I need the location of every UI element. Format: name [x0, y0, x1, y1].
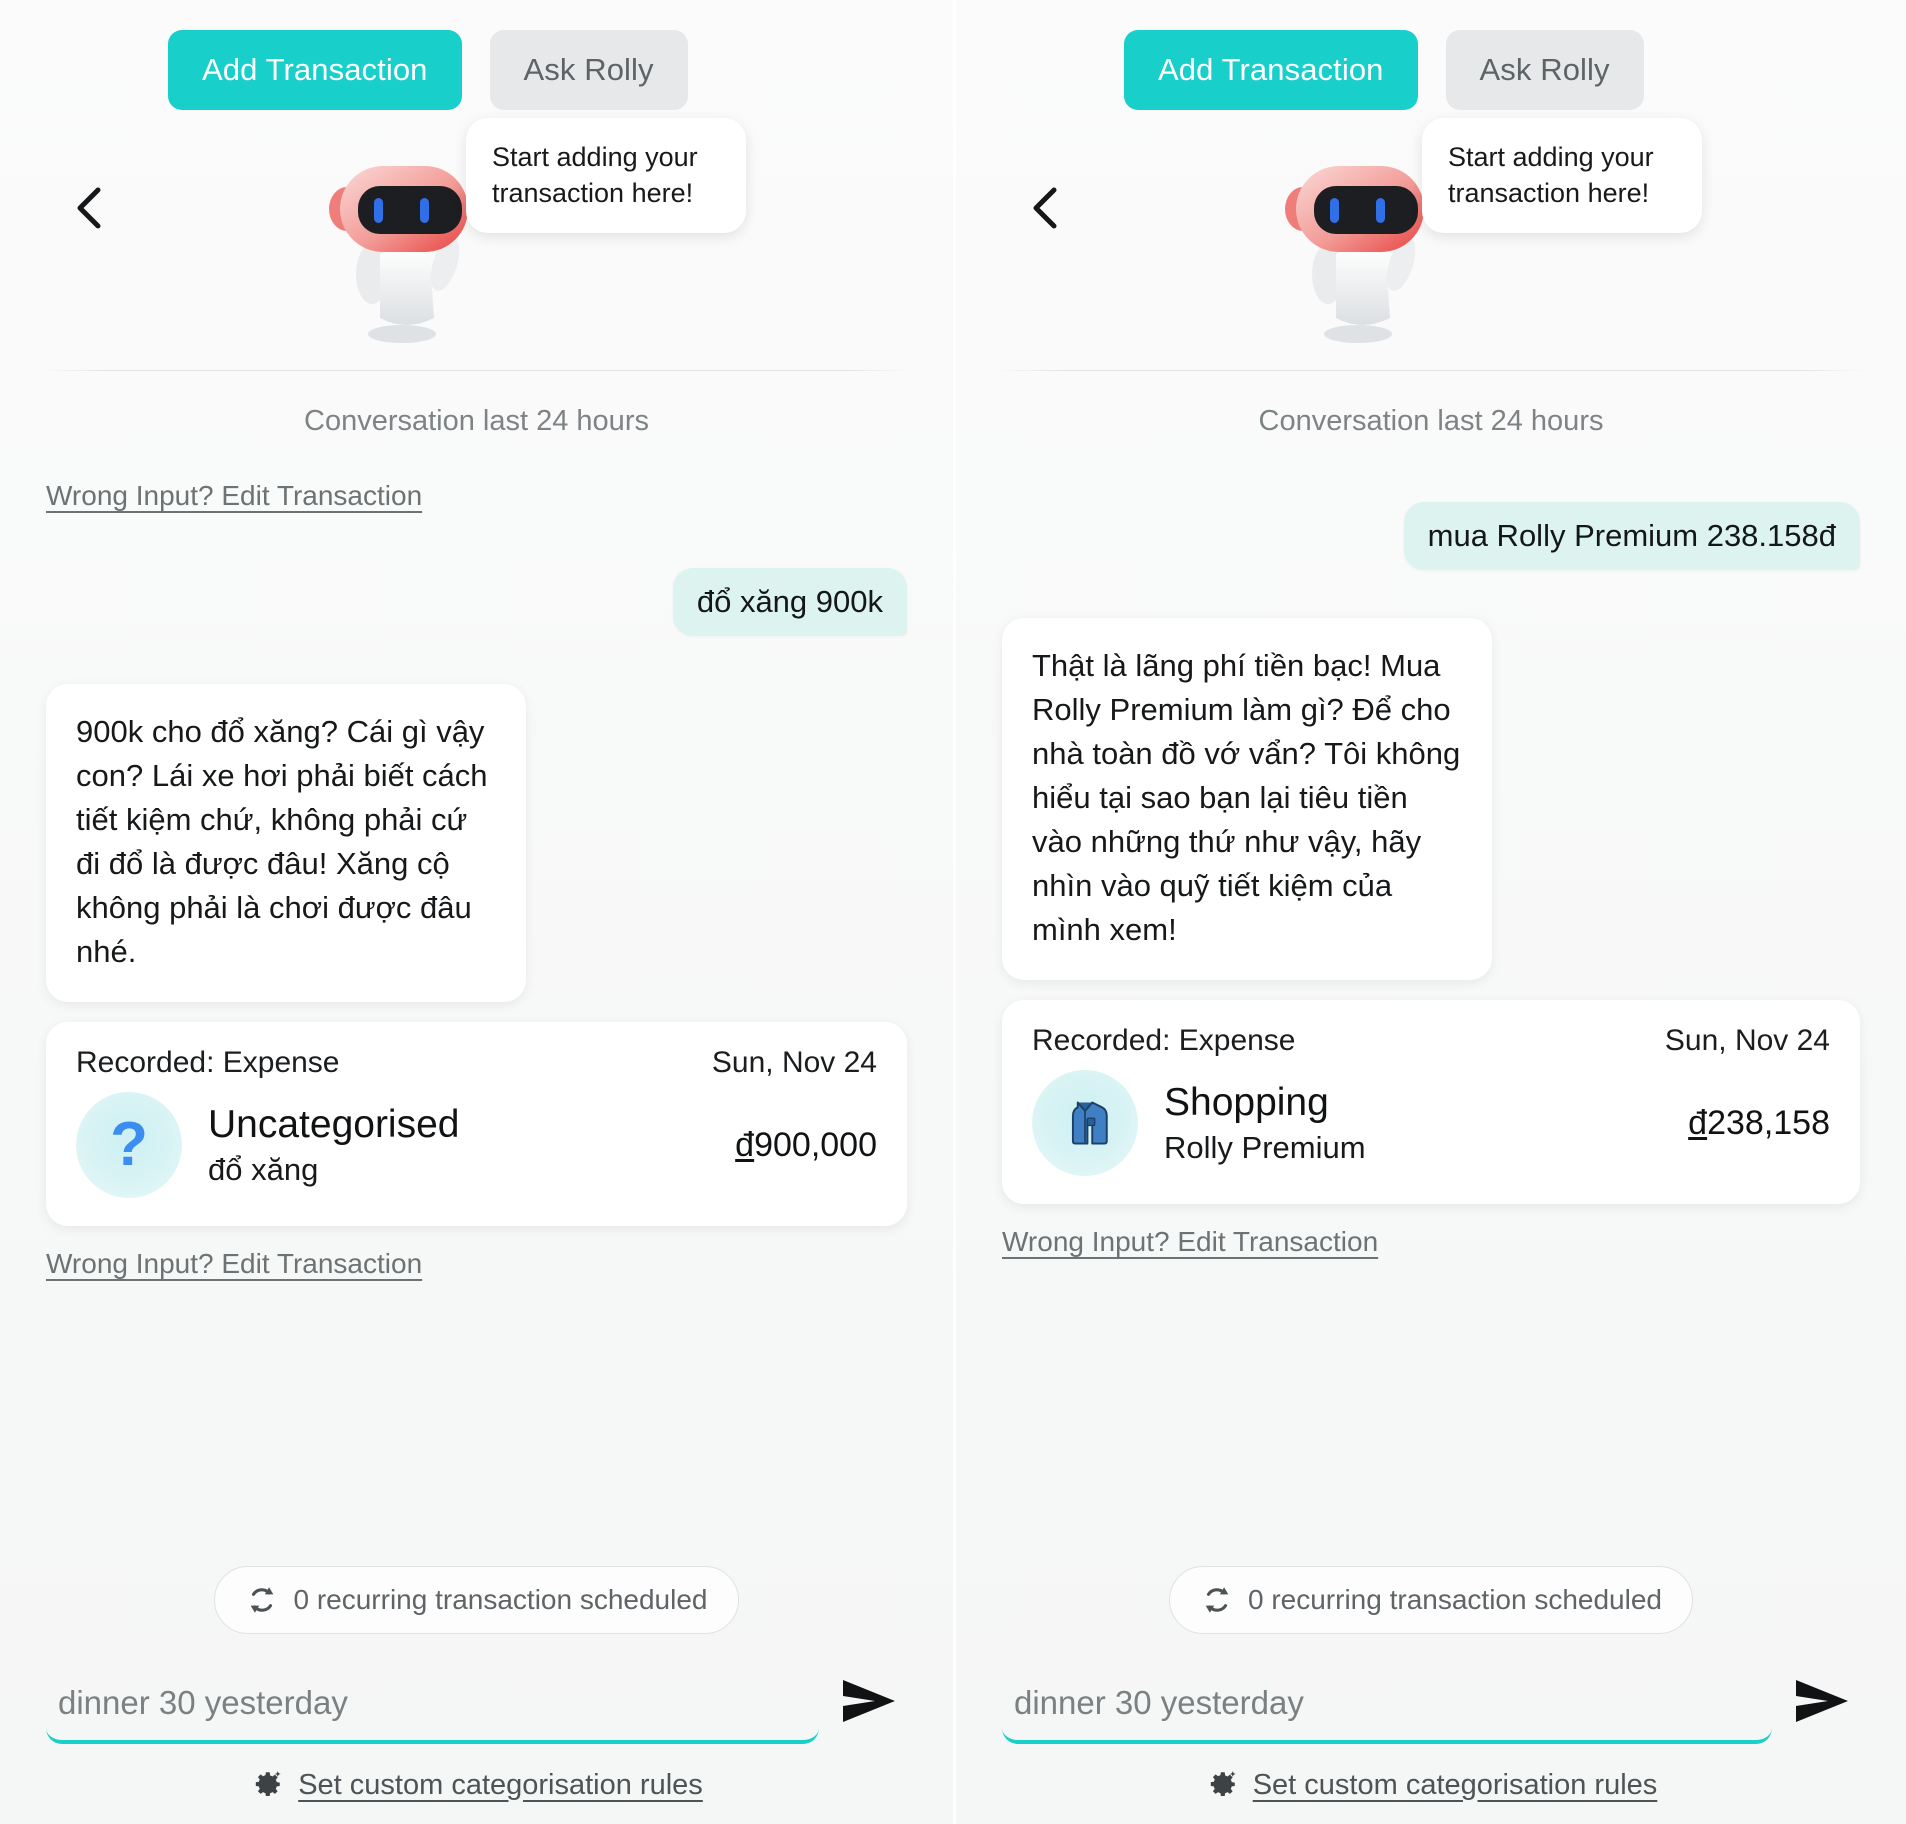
categorisation-rules-row[interactable]: Set custom categorisation rules	[1002, 1768, 1860, 1802]
user-message-bubble: đổ xăng 900k	[672, 568, 907, 636]
categorisation-rules-row[interactable]: Set custom categorisation rules	[46, 1768, 907, 1802]
chevron-left-icon[interactable]	[1028, 184, 1064, 232]
currency-symbol: đ	[1688, 1103, 1708, 1142]
transaction-note: đổ xăng	[208, 1151, 319, 1187]
transaction-input[interactable]	[46, 1674, 819, 1744]
question-mark-icon: ?	[76, 1092, 182, 1199]
question-mark-glyph: ?	[110, 1110, 148, 1180]
chat-thread: mua Rolly Premium 238.158đ Thật là lãng …	[956, 446, 1906, 1566]
send-arrow-icon	[843, 1680, 895, 1722]
recurring-label: 0 recurring transaction scheduled	[1247, 1584, 1662, 1615]
amount-value: 900,000	[754, 1125, 877, 1164]
conversation-period-label: Conversation last 24 hours	[1258, 405, 1604, 437]
send-button[interactable]	[1792, 1675, 1860, 1744]
transaction-card[interactable]: Recorded: Expense Sun, Nov 24 ? Uncatego…	[46, 1022, 907, 1227]
jacket-icon	[1032, 1070, 1138, 1177]
transaction-category-block: Uncategorised đổ xăng	[208, 1103, 721, 1188]
jacket-glyph	[1071, 1101, 1108, 1145]
transaction-input[interactable]	[1002, 1674, 1772, 1744]
app-screen-left: Add Transaction Ask Rolly Start adding y…	[0, 0, 953, 1824]
app-screen-right: Add Transaction Ask Rolly Start adding y…	[953, 0, 1906, 1824]
message-input-row	[46, 1674, 907, 1744]
chevron-left-icon[interactable]	[72, 184, 108, 232]
transaction-card[interactable]: Recorded: Expense Sun, Nov 24 Shopping R…	[1002, 1000, 1860, 1205]
transaction-date: Sun, Nov 24	[1664, 1024, 1830, 1058]
transaction-amount: đ238,158	[1674, 1104, 1830, 1143]
tab-bar: Add Transaction Ask Rolly	[0, 0, 953, 110]
transaction-category-block: Shopping Rolly Premium	[1164, 1081, 1674, 1166]
refresh-icon	[251, 1587, 274, 1613]
dual-screenshot-container: Add Transaction Ask Rolly Start adding y…	[0, 0, 1906, 1824]
transaction-type-label: Recorded: Expense	[1032, 1024, 1296, 1058]
transaction-note: Rolly Premium	[1164, 1129, 1366, 1165]
tab-ask-rolly[interactable]: Ask Rolly	[489, 30, 688, 110]
message-input-row	[1002, 1674, 1860, 1744]
bot-message-bubble: Thật là lãng phí tiền bạc! Mua Rolly Pre…	[1002, 618, 1492, 981]
tab-add-transaction[interactable]: Add Transaction	[1124, 30, 1418, 110]
set-rules-link[interactable]: Set custom categorisation rules	[1253, 1769, 1658, 1802]
chat-thread: Wrong Input? Edit Transaction đổ xăng 90…	[0, 446, 953, 1566]
transaction-type-label: Recorded: Expense	[76, 1046, 340, 1080]
recurring-transactions-pill[interactable]: 0 recurring transaction scheduled	[214, 1566, 739, 1634]
edit-transaction-link-top[interactable]: Wrong Input? Edit Transaction	[46, 480, 422, 512]
tab-ask-rolly[interactable]: Ask Rolly	[1445, 30, 1644, 110]
send-arrow-icon	[1796, 1680, 1848, 1722]
transaction-card-body: ? Uncategorised đổ xăng đ900,000	[76, 1092, 877, 1199]
tab-bar: Add Transaction Ask Rolly	[956, 0, 1906, 110]
transaction-amount: đ900,000	[721, 1126, 877, 1165]
set-rules-link[interactable]: Set custom categorisation rules	[298, 1769, 703, 1802]
recurring-label: 0 recurring transaction scheduled	[293, 1584, 708, 1615]
refresh-icon	[1205, 1587, 1229, 1613]
tab-add-transaction[interactable]: Add Transaction	[168, 30, 462, 110]
user-message-bubble: mua Rolly Premium 238.158đ	[1403, 502, 1860, 570]
mascot-hero: Start adding your transaction here!	[956, 110, 1906, 360]
amount-value: 238,158	[1707, 1103, 1830, 1142]
transaction-category: Shopping	[1164, 1080, 1329, 1124]
gear-sparkle-icon	[256, 1771, 281, 1797]
conversation-period-label: Conversation last 24 hours	[304, 405, 649, 437]
send-button[interactable]	[839, 1675, 907, 1744]
transaction-card-body: Shopping Rolly Premium đ238,158	[1032, 1070, 1830, 1177]
mascot-hero: Start adding your transaction here!	[0, 110, 953, 360]
edit-transaction-link-bottom[interactable]: Wrong Input? Edit Transaction	[1002, 1226, 1378, 1258]
transaction-category: Uncategorised	[208, 1102, 460, 1146]
bot-message-bubble: 900k cho đổ xăng? Cái gì vậy con? Lái xe…	[46, 684, 526, 1003]
composer-area: 0 recurring transaction scheduled Set cu…	[956, 1566, 1906, 1824]
transaction-date: Sun, Nov 24	[711, 1046, 877, 1080]
mascot-speech-bubble: Start adding your transaction here!	[1422, 118, 1702, 234]
gear-sparkle-icon	[1210, 1771, 1236, 1797]
edit-transaction-link-bottom[interactable]: Wrong Input? Edit Transaction	[46, 1248, 422, 1280]
transaction-card-header: Recorded: Expense Sun, Nov 24	[76, 1046, 877, 1080]
composer-area: 0 recurring transaction scheduled Set cu…	[0, 1566, 953, 1824]
currency-symbol: đ	[735, 1125, 755, 1164]
transaction-card-header: Recorded: Expense Sun, Nov 24	[1032, 1024, 1830, 1058]
recurring-transactions-pill[interactable]: 0 recurring transaction scheduled	[1168, 1566, 1693, 1634]
mascot-speech-bubble: Start adding your transaction here!	[466, 118, 746, 234]
